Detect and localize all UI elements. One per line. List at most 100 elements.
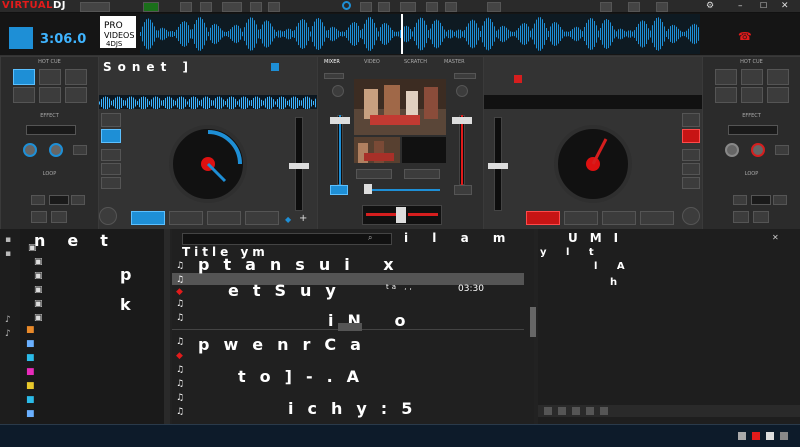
right-waveform[interactable]	[484, 95, 702, 109]
right-fader-handle[interactable]	[452, 117, 472, 124]
folder-item[interactable]: p	[120, 265, 131, 284]
maximize-icon[interactable]: ☐	[760, 1, 770, 11]
sync-button[interactable]	[101, 113, 121, 127]
deck-button[interactable]	[682, 163, 700, 175]
tree-scrollbar[interactable]	[164, 229, 170, 424]
crossfader-handle[interactable]	[396, 207, 406, 223]
tray-icon-3[interactable]	[766, 432, 774, 440]
right-headphone-button[interactable]	[454, 185, 472, 195]
left-play-button[interactable]	[207, 211, 241, 225]
toolbar-button[interactable]	[378, 2, 390, 12]
folder-icon[interactable]: ▣	[34, 285, 43, 295]
right-gain-knob[interactable]	[456, 85, 468, 97]
mixer-button[interactable]	[324, 73, 344, 79]
right-pitch-slider-handle[interactable]	[488, 163, 508, 169]
toolbar-button[interactable]	[200, 2, 212, 12]
folder-icon[interactable]: ▣	[34, 299, 43, 309]
sidelist-item[interactable]: l A	[594, 261, 633, 272]
search-input[interactable]	[182, 233, 392, 245]
tray-icon-2[interactable]	[752, 432, 760, 440]
folder-icon[interactable]: ▣	[28, 243, 37, 253]
loop-half-button[interactable]	[31, 195, 45, 205]
toolbar-button[interactable]	[250, 2, 262, 12]
right-stutter-button[interactable]	[640, 211, 674, 225]
sidelist-button[interactable]	[586, 407, 594, 415]
tab-video[interactable]: VIDEO	[364, 59, 380, 65]
music-icon[interactable]: ♪	[5, 315, 11, 325]
hot-cue-button-4[interactable]	[715, 87, 737, 103]
hot-cue-button-1[interactable]	[13, 69, 35, 85]
effect-select[interactable]	[728, 125, 778, 135]
folder-icon[interactable]: ▣	[34, 313, 43, 323]
hot-cue-button-6[interactable]	[767, 87, 789, 103]
effect-knob-2[interactable]	[49, 143, 63, 157]
hot-cue-button-2[interactable]	[39, 69, 61, 85]
left-gain-knob[interactable]	[332, 85, 344, 97]
sidelist-button[interactable]	[544, 407, 552, 415]
toolbar-button[interactable]	[400, 2, 416, 12]
waveform-overview[interactable]	[140, 14, 700, 54]
folder-icon[interactable]: ▪	[5, 249, 11, 259]
tab-mixer[interactable]: MIXER	[324, 59, 340, 65]
left-jog-wheel[interactable]	[169, 125, 247, 203]
tab-scratch[interactable]: SCRATCH	[404, 59, 427, 65]
right-jog-wheel[interactable]	[554, 125, 632, 203]
right-sync-button[interactable]	[682, 113, 700, 127]
hot-cue-button-1[interactable]	[715, 69, 737, 85]
table-row[interactable]: ptansui x	[198, 255, 408, 274]
hot-cue-button-5[interactable]	[741, 87, 763, 103]
deck-button[interactable]	[101, 163, 121, 175]
right-play-button[interactable]	[602, 211, 636, 225]
mixer-select[interactable]	[356, 169, 392, 179]
loop-in-button[interactable]	[733, 211, 749, 223]
minimize-icon[interactable]: –	[738, 1, 748, 11]
right-knob[interactable]	[682, 207, 700, 225]
loop-out-button[interactable]	[51, 211, 67, 223]
toolbar-button[interactable]	[600, 2, 612, 12]
search-icon[interactable]: ⌕	[368, 233, 372, 243]
folder-icon[interactable]: ▪	[5, 235, 11, 245]
left-headphone-button[interactable]	[330, 185, 348, 195]
toolbar-button[interactable]	[656, 2, 668, 12]
playlist-icon[interactable]: ■	[26, 381, 35, 391]
tray-icon-1[interactable]	[738, 432, 746, 440]
deck-button[interactable]	[682, 177, 700, 189]
hot-cue-button-6[interactable]	[65, 87, 87, 103]
hot-cue-button-4[interactable]	[13, 87, 35, 103]
video-crossfader[interactable]	[368, 189, 440, 191]
left-waveform[interactable]	[99, 95, 317, 109]
effect-knob-2[interactable]	[751, 143, 765, 157]
playlist-icon[interactable]: ■	[26, 367, 35, 377]
loop-half-button[interactable]	[733, 195, 747, 205]
table-row[interactable]: pwenrCa	[198, 335, 375, 354]
playlist-icon[interactable]: ■	[26, 339, 35, 349]
pitch-minus-icon[interactable]: ◆	[285, 215, 291, 224]
toolbar-button[interactable]	[445, 2, 457, 12]
right-pause-button[interactable]	[564, 211, 598, 225]
loop-double-button[interactable]	[71, 195, 85, 205]
toolbar-button[interactable]	[628, 2, 640, 12]
video-crossfader-handle[interactable]	[364, 184, 372, 194]
table-row[interactable]: ichy:5	[288, 399, 426, 418]
right-cue-button[interactable]	[526, 211, 560, 225]
gear-icon[interactable]: ⚙	[706, 1, 716, 11]
loop-out-button[interactable]	[753, 211, 769, 223]
sidelist-button[interactable]	[600, 407, 608, 415]
hot-cue-button-3[interactable]	[65, 69, 87, 85]
folder-item[interactable]: k	[120, 295, 131, 314]
pitch-plus-icon[interactable]: +	[299, 213, 307, 224]
left-pause-button[interactable]	[169, 211, 203, 225]
playlist-icon[interactable]: ■	[26, 395, 35, 405]
effect-select[interactable]	[26, 125, 76, 135]
left-fader-handle[interactable]	[330, 117, 350, 124]
playlist-icon[interactable]: ■	[26, 353, 35, 363]
hot-cue-button-3[interactable]	[767, 69, 789, 85]
table-row[interactable]: etSuy	[228, 281, 350, 300]
music-icon[interactable]: ♪	[5, 329, 11, 339]
left-cue-button[interactable]	[131, 211, 165, 225]
list-scrollbar[interactable]	[530, 307, 536, 337]
left-stutter-button[interactable]	[245, 211, 279, 225]
deck-button[interactable]	[101, 177, 121, 189]
pause-icon[interactable]	[487, 2, 501, 12]
loop-in-button[interactable]	[31, 211, 47, 223]
